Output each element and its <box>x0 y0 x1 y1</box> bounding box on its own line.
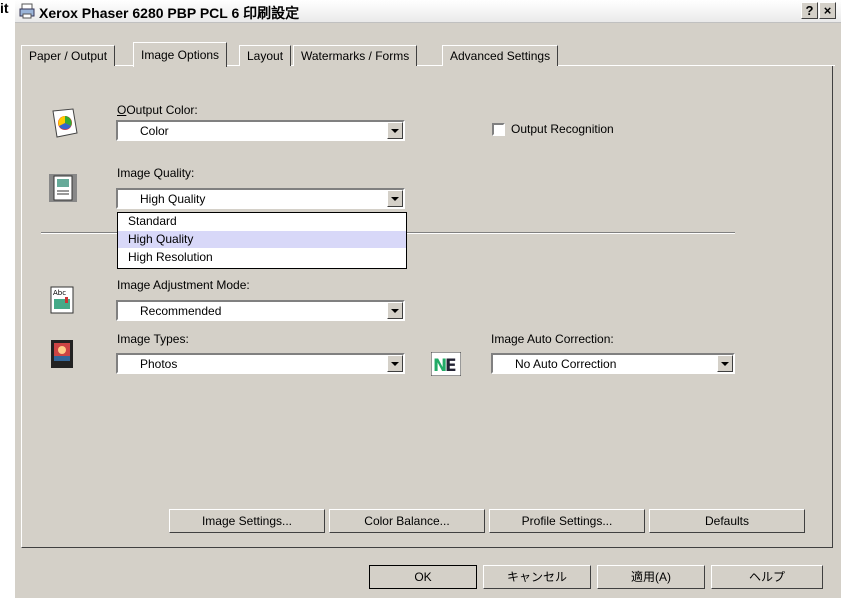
title-bar[interactable]: Xerox Phaser 6280 PBP PCL 6 印刷設定 ? × <box>15 0 841 23</box>
color-wheel-icon <box>52 108 78 138</box>
tab-advanced-settings[interactable]: Advanced Settings <box>442 45 559 66</box>
svg-text:Abc: Abc <box>53 289 66 297</box>
option-standard[interactable]: Standard <box>118 213 406 230</box>
image-quality-select[interactable]: High Quality <box>116 188 405 209</box>
close-button[interactable]: × <box>819 2 836 19</box>
svg-text:E: E <box>445 356 457 376</box>
output-color-label: OOutput Color: <box>117 103 198 117</box>
image-settings-button[interactable]: Image Settings... <box>169 509 325 533</box>
tab-paper-output[interactable]: Paper / Output <box>21 45 116 66</box>
photo-document-icon <box>51 340 73 368</box>
image-quality-value: High Quality <box>140 192 206 206</box>
chevron-down-icon[interactable] <box>717 355 733 372</box>
cancel-button[interactable]: キャンセル <box>483 565 591 589</box>
image-quality-label: Image Quality: <box>117 166 195 180</box>
image-adjustment-mode-select[interactable]: Recommended <box>116 300 405 321</box>
window-title: Xerox Phaser 6280 PBP PCL 6 印刷設定 <box>39 5 300 21</box>
option-high-resolution[interactable]: High Resolution <box>118 249 406 266</box>
tab-image-options[interactable]: Image Options <box>133 42 228 67</box>
image-types-select[interactable]: Photos <box>116 353 405 374</box>
profile-settings-button[interactable]: Profile Settings... <box>489 509 645 533</box>
chevron-down-icon[interactable] <box>387 302 403 319</box>
chevron-down-icon[interactable] <box>387 355 403 372</box>
image-document-icon <box>49 174 77 202</box>
image-auto-correction-label: Image Auto Correction: <box>491 332 614 346</box>
output-color-select[interactable]: Color <box>116 120 405 141</box>
dialog-window: Xerox Phaser 6280 PBP PCL 6 印刷設定 ? × Pap… <box>14 0 841 598</box>
image-auto-correction-value: No Auto Correction <box>515 357 617 371</box>
image-auto-correction-select[interactable]: No Auto Correction <box>491 353 735 374</box>
image-adjustment-mode-label: Image Adjustment Mode: <box>117 278 250 292</box>
chevron-down-icon[interactable] <box>387 190 403 207</box>
chevron-down-icon[interactable] <box>387 122 403 139</box>
output-recognition-checkbox[interactable] <box>492 123 505 136</box>
image-adjustment-mode-value: Recommended <box>140 304 222 318</box>
defaults-button[interactable]: Defaults <box>649 509 805 533</box>
image-quality-dropdown-list: Standard High Quality High Resolution <box>117 212 407 269</box>
printer-icon <box>19 3 35 19</box>
help-title-button[interactable]: ? <box>801 2 818 19</box>
help-button[interactable]: ヘルプ <box>711 565 823 589</box>
tab-layout[interactable]: Layout <box>239 45 292 66</box>
tab-watermarks-forms[interactable]: Watermarks / Forms <box>293 45 418 66</box>
output-recognition-label[interactable]: Output Recognition <box>511 122 614 136</box>
ok-button[interactable]: OK <box>369 565 477 589</box>
color-balance-button[interactable]: Color Balance... <box>329 509 485 533</box>
option-high-quality[interactable]: High Quality <box>118 231 406 248</box>
document-image-icon: Abc <box>50 286 74 314</box>
apply-button[interactable]: 適用(A) <box>597 565 705 589</box>
image-types-label: Image Types: <box>117 332 189 346</box>
ne-icon: N E <box>431 352 461 376</box>
output-color-value: Color <box>140 124 169 138</box>
image-types-value: Photos <box>140 357 178 371</box>
